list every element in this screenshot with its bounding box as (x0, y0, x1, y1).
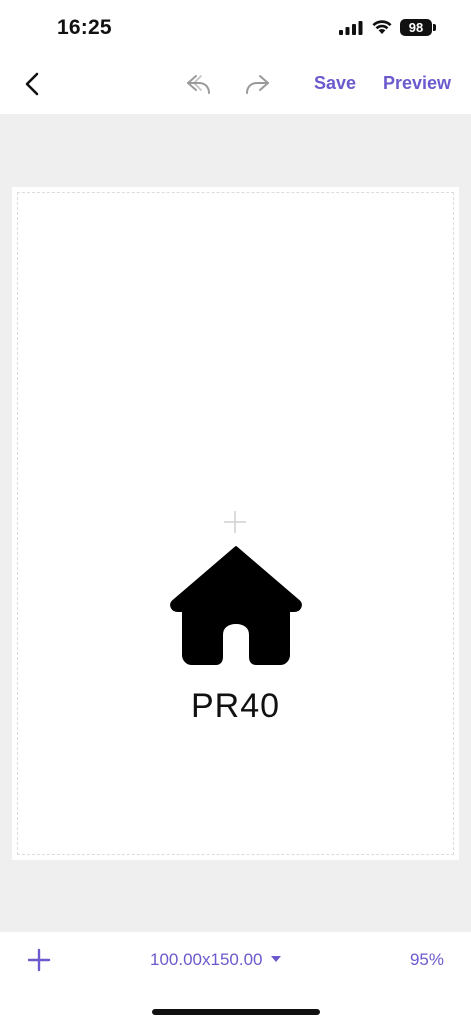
preview-button[interactable]: Preview (383, 73, 451, 94)
label-size-value: 100.00x150.00 (150, 950, 263, 969)
undo-icon[interactable] (184, 70, 214, 98)
nav-bar: Save Preview (0, 56, 471, 114)
bottom-toolbar: 100.00x150.00 95% (0, 932, 471, 1024)
workspace[interactable]: PR40 (0, 114, 471, 932)
save-button[interactable]: Save (314, 73, 356, 94)
battery-tip (433, 24, 436, 31)
zoom-level[interactable]: 95% (410, 950, 444, 970)
plus-icon[interactable] (27, 948, 51, 972)
label-size-select[interactable]: 100.00x150.00 (150, 950, 281, 970)
label-canvas[interactable]: PR40 (12, 187, 459, 860)
center-crosshair-icon (224, 511, 246, 533)
battery-icon: 98 (400, 19, 432, 36)
caret-down-icon (270, 955, 281, 962)
home-indicator (152, 1009, 320, 1015)
redo-icon[interactable] (242, 70, 272, 98)
wifi-icon (372, 20, 392, 34)
label-text[interactable]: PR40 (12, 687, 459, 726)
home-icon[interactable] (169, 545, 303, 665)
signal-icon (339, 21, 363, 35)
status-bar: 16:25 98 (0, 0, 471, 56)
status-time: 16:25 (57, 16, 112, 39)
chevron-left-icon[interactable] (18, 68, 46, 100)
